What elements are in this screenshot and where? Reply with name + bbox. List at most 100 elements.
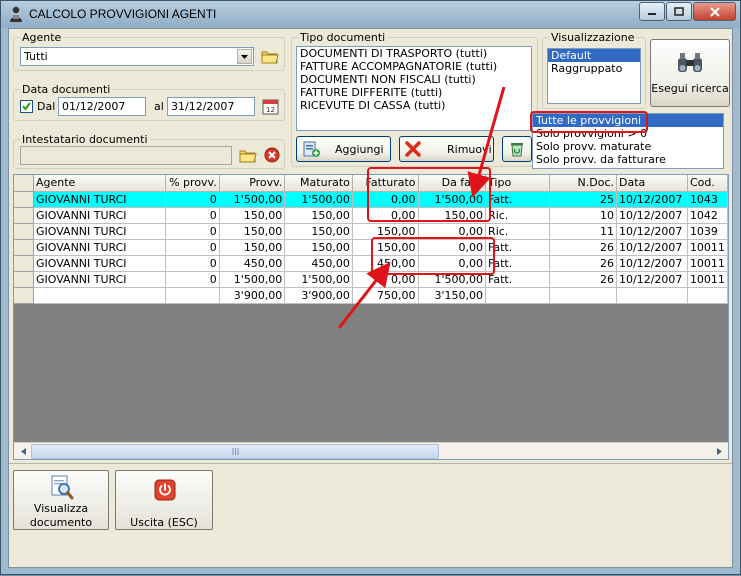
table-cell: 1039 (687, 223, 728, 240)
maximize-button[interactable] (666, 2, 692, 21)
column-header[interactable]: N.Doc. (549, 175, 618, 192)
row-indicator[interactable] (14, 255, 34, 272)
calendar-button[interactable]: 12 (260, 96, 280, 116)
rimuovi-button[interactable]: Rimuovi (399, 136, 494, 162)
table-row[interactable]: GIOVANNI TURCI 0 150,00 150,00 150,00 0,00 Ric… (14, 223, 728, 240)
table-cell: 150,00 (284, 239, 353, 256)
scroll-left-icon[interactable] (15, 444, 31, 459)
scroll-right-icon[interactable] (711, 444, 727, 459)
table-cell: 10/12/2007 (616, 191, 688, 208)
visualizzazione-group: Visualizzazione Default Raggruppato (542, 31, 646, 109)
totals-row[interactable]: 3'900,00 3'900,00 750,00 3'150,00 (14, 287, 728, 304)
data-documenti-label: Data documenti (20, 83, 113, 96)
magnifier-document-icon (51, 475, 74, 500)
agente-combo[interactable]: Tutti (20, 47, 254, 66)
tipo-documenti-label: Tipo documenti (298, 31, 388, 44)
minimize-button[interactable] (639, 2, 665, 21)
column-header[interactable]: Maturato (284, 175, 353, 192)
table-cell: GIOVANNI TURCI (33, 191, 166, 208)
dal-date-input[interactable]: 01/12/2007 (58, 97, 146, 116)
filtro-provvigioni-item[interactable]: Solo provv. da fatturare (533, 153, 723, 166)
row-indicator[interactable] (14, 271, 34, 288)
row-indicator[interactable] (14, 239, 34, 256)
visualizza-documento-button[interactable]: Visualizza documento (13, 470, 109, 530)
tipo-documenti-list[interactable]: DOCUMENTI DI TRASPORTO (tutti) FATTURE AC… (296, 46, 532, 131)
rimuovi-label: Rimuovi (447, 142, 492, 156)
folder-icon (239, 150, 257, 162)
column-header[interactable]: Agente (33, 175, 166, 192)
window-title: CALCOLO PROVVIGIONI AGENTI (29, 7, 217, 21)
tipo-documenti-item[interactable]: FATTURE ACCOMPAGNATORIE (tutti) (297, 60, 531, 73)
svuota-button[interactable] (502, 136, 532, 162)
al-date-input[interactable]: 31/12/2007 (167, 97, 255, 116)
table-cell: 0 (165, 191, 220, 208)
row-indicator[interactable] (14, 287, 34, 304)
column-header[interactable]: Data (616, 175, 688, 192)
table-cell: GIOVANNI TURCI (33, 223, 166, 240)
title-bar[interactable]: CALCOLO PROVVIGIONI AGENTI (1, 1, 740, 28)
clear-icon (264, 147, 280, 163)
uscita-button[interactable]: Uscita (ESC) (115, 470, 213, 530)
intestatario-browse-button[interactable] (238, 145, 258, 165)
row-indicator-header (14, 175, 34, 192)
agente-label: Agente (20, 31, 64, 44)
intestatario-label: Intestatario documenti (20, 133, 150, 146)
dal-checkbox[interactable] (20, 100, 33, 113)
agente-browse-button[interactable] (260, 46, 280, 66)
table-cell: 150,00 (219, 223, 286, 240)
chevron-down-icon[interactable] (237, 49, 252, 64)
row-indicator[interactable] (14, 207, 34, 224)
intestatario-group: Intestatario documenti (13, 133, 285, 169)
close-button[interactable] (693, 2, 736, 21)
checkmark-icon (22, 102, 31, 111)
row-indicator[interactable] (14, 223, 34, 240)
data-documenti-group: Data documenti Dal 01/12/2007 al 31/12/2… (13, 83, 285, 121)
tipo-documenti-item[interactable]: FATTURE DIFFERITE (tutti) (297, 86, 531, 99)
agente-value: Tutti (24, 50, 48, 63)
intestatario-input[interactable] (20, 146, 232, 165)
column-header[interactable]: Provv. (219, 175, 286, 192)
tipo-documenti-item[interactable]: DOCUMENTI DI TRASPORTO (tutti) (297, 47, 531, 60)
table-cell: Fatt. (485, 191, 550, 208)
column-header[interactable]: Cod. (687, 175, 728, 192)
row-indicator[interactable] (14, 191, 34, 208)
esegui-ricerca-button[interactable]: Esegui ricerca (650, 39, 730, 107)
visualizzazione-item[interactable]: Raggruppato (548, 62, 640, 75)
tipo-documenti-group: Tipo documenti DOCUMENTI DI TRASPORTO (t… (291, 31, 538, 167)
table-cell: 10/12/2007 (616, 239, 688, 256)
table-cell: 0 (165, 271, 220, 288)
table-row[interactable]: GIOVANNI TURCI 0 1'500,00 1'500,00 0,00 1'500… (14, 271, 728, 288)
uscita-label: Uscita (ESC) (130, 516, 198, 529)
table-cell: 10011 (687, 271, 728, 288)
table-cell: 0 (165, 255, 220, 272)
client-area: Agente Tutti Data documenti Dal 01/12/20… (8, 28, 733, 568)
tipo-documenti-item[interactable]: RICEVUTE DI CASSA (tutti) (297, 99, 531, 112)
table-cell: 150,00 (219, 239, 286, 256)
table-cell: Fatt. (485, 271, 550, 288)
aggiungi-button[interactable]: Aggiungi (296, 136, 391, 162)
table-cell: 10 (549, 207, 618, 224)
table-cell: 1'500,00 (284, 271, 353, 288)
filtro-provvigioni-item[interactable]: Solo provv. maturate (533, 140, 723, 153)
table-cell: 1042 (687, 207, 728, 224)
close-icon (709, 6, 720, 17)
scroll-thumb[interactable] (31, 444, 439, 459)
visualizzazione-list[interactable]: Default Raggruppato (547, 48, 641, 104)
column-header[interactable]: Tipo (485, 175, 550, 192)
remove-x-icon (405, 141, 421, 157)
calendar-icon: 12 (262, 99, 278, 114)
table-cell (687, 287, 728, 304)
table-cell: GIOVANNI TURCI (33, 255, 166, 272)
power-icon (154, 479, 176, 501)
bottom-toolbar: Visualizza documento Uscita (ESC) (9, 463, 732, 568)
intestatario-clear-button[interactable] (262, 145, 282, 165)
tipo-documenti-item[interactable]: DOCUMENTI NON FISCALI (tutti) (297, 73, 531, 86)
table-cell: 10/12/2007 (616, 207, 688, 224)
visualizzazione-item[interactable]: Default (548, 49, 640, 62)
table-cell: 26 (549, 255, 618, 272)
horizontal-scrollbar[interactable] (14, 442, 728, 459)
table-cell: 10011 (687, 255, 728, 272)
table-cell: 1'500,00 (219, 271, 286, 288)
column-header[interactable]: % provv. (165, 175, 220, 192)
annotation-box-filtro (530, 111, 648, 133)
